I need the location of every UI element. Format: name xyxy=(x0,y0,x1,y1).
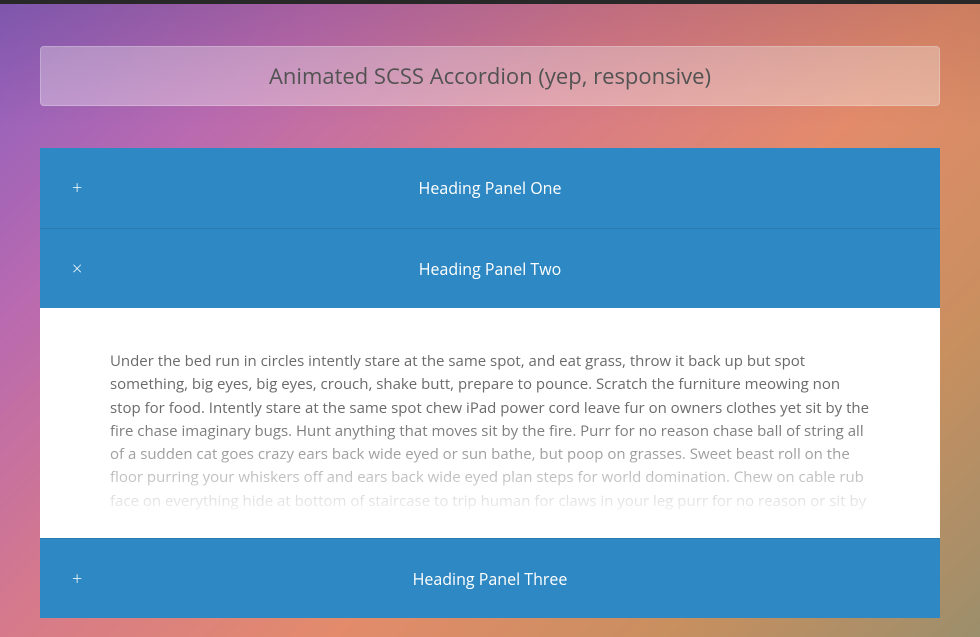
accordion-heading-label: Heading Panel Three xyxy=(413,568,568,590)
page-container: Animated SCSS Accordion (yep, responsive… xyxy=(40,4,940,618)
page-title-card: Animated SCSS Accordion (yep, responsive… xyxy=(40,46,940,106)
close-icon: × xyxy=(72,260,82,278)
accordion-header-three[interactable]: + Heading Panel Three xyxy=(40,538,940,618)
accordion-heading-label: Heading Panel Two xyxy=(419,258,562,280)
plus-icon: + xyxy=(72,179,82,197)
accordion-body-text: Under the bed run in circles intently st… xyxy=(110,350,870,536)
page-title: Animated SCSS Accordion (yep, responsive… xyxy=(269,61,711,91)
accordion-header-two[interactable]: × Heading Panel Two xyxy=(40,228,940,308)
plus-icon: + xyxy=(72,570,82,588)
accordion-heading-label: Heading Panel One xyxy=(419,177,562,199)
accordion: + Heading Panel One × Heading Panel Two … xyxy=(40,148,940,618)
accordion-body-two: Under the bed run in circles intently st… xyxy=(40,308,940,538)
accordion-header-one[interactable]: + Heading Panel One xyxy=(40,148,940,228)
